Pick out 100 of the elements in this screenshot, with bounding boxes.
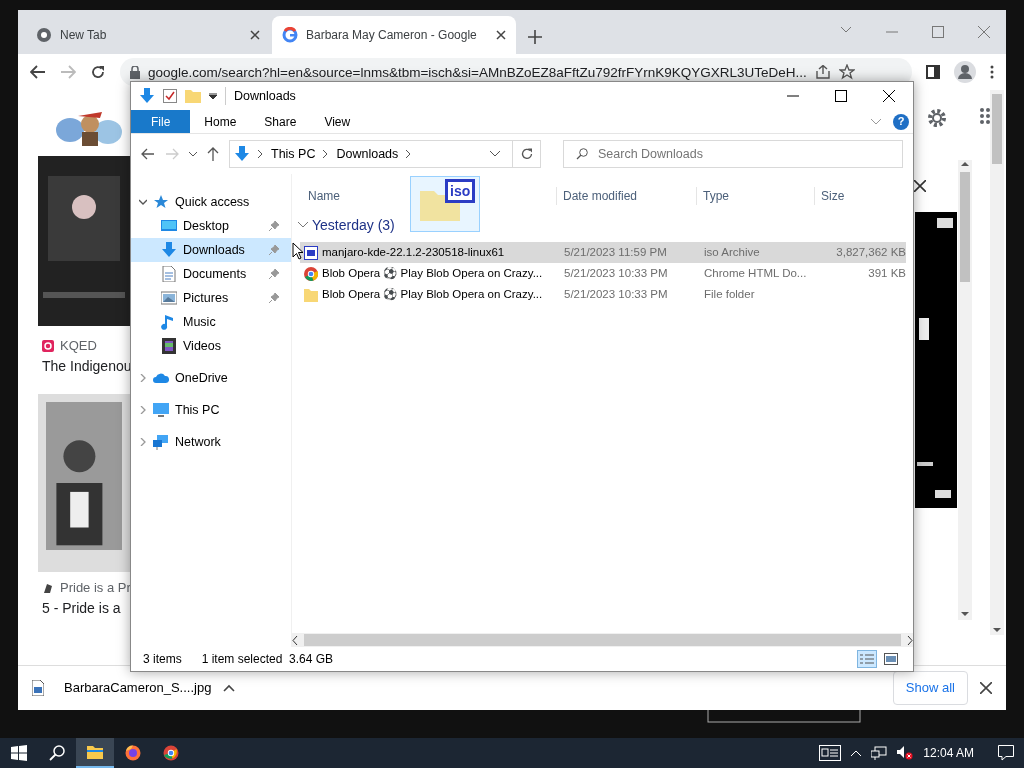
chevron-right-icon — [907, 635, 913, 645]
source-text[interactable]: Pride is a Pr — [60, 578, 131, 598]
monitor-icon — [153, 402, 169, 418]
download-icon[interactable] — [139, 88, 155, 104]
help-button[interactable]: ? — [893, 113, 909, 130]
clock-text[interactable]: 12:04 AM — [923, 744, 974, 762]
browser-tab[interactable]: Barbara May Cameron - Google — [272, 16, 516, 54]
image-file-icon — [32, 680, 44, 696]
breadcrumb-item[interactable]: Downloads — [336, 144, 399, 164]
back-icon[interactable] — [30, 65, 46, 79]
nav-item[interactable]: Network — [131, 430, 291, 454]
file-row[interactable]: Blob Opera ⚽ Play Blob Opera on Crazy... 5/21/2023 10:33 PM Chrome HTML Do... 391 KB — [300, 263, 906, 284]
close-icon[interactable] — [883, 90, 895, 102]
download-icon — [234, 146, 250, 162]
star-icon — [153, 194, 169, 210]
site-icon — [42, 339, 54, 352]
nav-item[interactable]: Documents — [131, 262, 291, 286]
scrollbar[interactable] — [990, 90, 1004, 635]
document-icon — [161, 266, 177, 282]
settings-icon[interactable] — [927, 108, 947, 128]
large-icons-view-icon — [884, 653, 898, 665]
download-item[interactable]: BarbaraCameron_S....jpg — [64, 678, 212, 698]
disc-image-icon — [304, 245, 318, 260]
nav-item[interactable]: This PC — [131, 398, 291, 422]
picture-icon — [161, 290, 177, 306]
group-header[interactable]: Yesterday (3) — [312, 214, 395, 236]
reload-icon[interactable] — [90, 64, 106, 80]
new-tab-button[interactable] — [528, 30, 542, 44]
taskbar-app[interactable] — [76, 738, 114, 768]
window-title: Downloads — [225, 86, 296, 106]
browser-tab[interactable]: New Tab — [26, 16, 270, 54]
network-icon — [153, 434, 169, 450]
share-icon[interactable] — [814, 65, 831, 79]
maximize-icon[interactable] — [835, 90, 847, 102]
side-panel-icon[interactable] — [926, 65, 940, 79]
back-icon[interactable] — [141, 148, 155, 160]
nav-item[interactable]: Quick access — [131, 190, 291, 214]
file-row[interactable]: manjaro-kde-22.1.2-230518-linux61 5/21/2023 11:59 PM iso Archive 3,827,362 KB — [300, 242, 906, 263]
scrollbar[interactable] — [958, 160, 972, 620]
large-icons-view-button[interactable] — [881, 650, 901, 668]
show-all-button[interactable]: Show all — [892, 671, 968, 705]
chevron-right-icon[interactable] — [139, 406, 147, 414]
chevron-right-icon[interactable] — [139, 374, 147, 382]
column-header[interactable]: Size — [821, 189, 845, 203]
nav-item[interactable]: OneDrive — [131, 366, 291, 390]
chevron-right-icon — [258, 150, 263, 158]
chrome-icon — [36, 27, 52, 43]
source-text[interactable]: KQED — [60, 336, 97, 356]
caret-up-icon[interactable] — [223, 684, 236, 692]
close-icon[interactable] — [250, 30, 260, 40]
nav-item[interactable]: Pictures — [131, 286, 291, 310]
file-row[interactable]: Blob Opera ⚽ Play Blob Opera on Crazy... 5/21/2023 10:33 PM File folder — [300, 284, 906, 305]
search-icon — [576, 148, 588, 160]
disc-image-label: iso — [445, 179, 476, 203]
nav-item[interactable]: Downloads — [131, 238, 291, 262]
ribbon-tab[interactable]: File — [131, 110, 191, 133]
chevron-down-icon[interactable] — [298, 222, 308, 228]
film-icon — [161, 338, 177, 354]
folder-icon — [304, 287, 318, 302]
close-icon[interactable] — [914, 180, 926, 192]
site-icon — [42, 581, 54, 594]
breadcrumb-item[interactable]: This PC — [271, 144, 316, 164]
chevron-up-icon[interactable] — [851, 750, 862, 756]
notification-icon[interactable] — [998, 745, 1014, 761]
menu-icon[interactable] — [990, 65, 994, 79]
close-icon[interactable] — [980, 682, 992, 694]
star-icon[interactable] — [838, 64, 855, 80]
volume-muted-icon[interactable] — [897, 746, 914, 760]
profile-icon[interactable] — [954, 61, 976, 83]
search-box[interactable]: Search Downloads — [563, 140, 903, 168]
google-icon — [282, 27, 298, 43]
chevron-down-icon[interactable] — [840, 26, 852, 34]
nav-item[interactable]: Videos — [131, 334, 291, 358]
result-title[interactable]: The Indigenou — [42, 356, 132, 377]
nav-item[interactable]: Desktop — [131, 214, 291, 238]
network-icon[interactable] — [871, 746, 888, 760]
chevron-right-icon — [406, 150, 412, 158]
download-icon — [161, 242, 177, 258]
desktop-icon — [161, 218, 177, 234]
search-icon — [49, 745, 65, 761]
close-icon[interactable] — [496, 30, 506, 40]
up-icon[interactable] — [207, 147, 219, 161]
ribbon-tab[interactable]: Home — [190, 110, 251, 133]
column-header[interactable]: Date modified — [563, 189, 638, 203]
news-icon[interactable] — [819, 745, 842, 761]
chevron-right-icon[interactable] — [139, 438, 147, 446]
nav-item[interactable]: Music — [131, 310, 291, 334]
properties-icon[interactable] — [163, 89, 177, 103]
plus-icon — [528, 30, 542, 44]
ribbon-tab[interactable]: View — [310, 110, 365, 133]
result-title[interactable]: 5 - Pride is a — [42, 598, 121, 619]
chevron-down-icon[interactable] — [490, 151, 500, 157]
chevron-down-icon[interactable] — [139, 198, 147, 206]
caret-down-icon[interactable] — [209, 93, 217, 99]
scrollbar[interactable] — [292, 633, 913, 647]
column-header[interactable]: Name — [308, 189, 340, 203]
column-header[interactable]: Type — [703, 189, 729, 203]
ribbon-tab[interactable]: Share — [250, 110, 311, 133]
status-text: 1 item selected 3.64 GB — [201, 651, 334, 668]
chevron-down-icon[interactable] — [189, 151, 197, 157]
